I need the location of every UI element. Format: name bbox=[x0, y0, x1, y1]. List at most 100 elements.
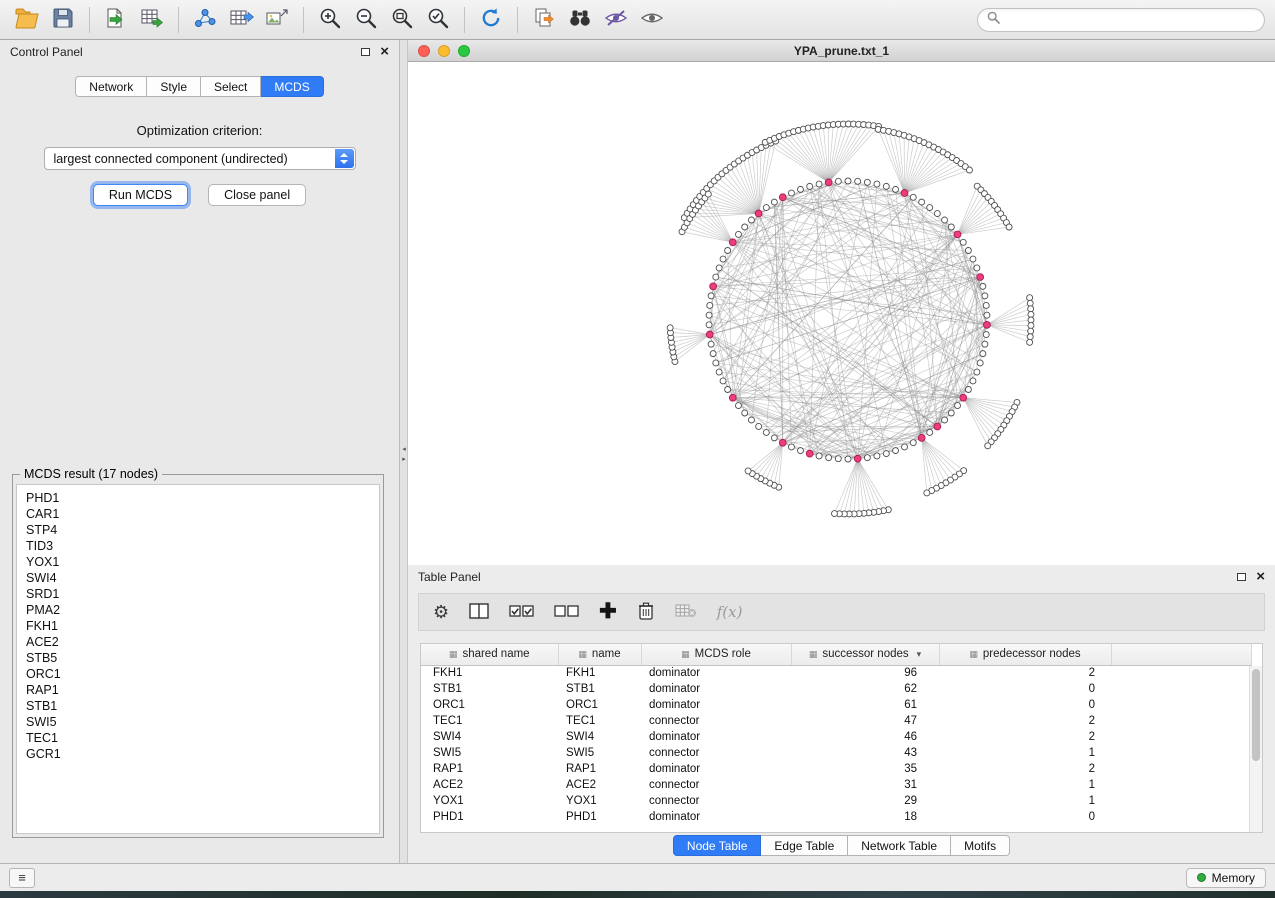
zoom-out-button[interactable] bbox=[349, 5, 383, 35]
close-panel-icon[interactable]: × bbox=[1256, 572, 1265, 582]
network-node[interactable] bbox=[985, 443, 991, 449]
network-node[interactable] bbox=[816, 181, 822, 187]
column-header-successor-nodes[interactable]: ▦successor nodes▾ bbox=[791, 644, 939, 665]
close-panel-icon[interactable]: × bbox=[380, 47, 389, 57]
network-node[interactable] bbox=[980, 351, 986, 357]
table-row[interactable]: SWI4SWI4dominator462 bbox=[421, 729, 1251, 745]
network-node[interactable] bbox=[855, 178, 861, 184]
network-node[interactable] bbox=[965, 248, 971, 254]
search-box[interactable] bbox=[977, 8, 1265, 32]
table-cell[interactable]: SWI4 bbox=[421, 729, 558, 745]
dominator-node[interactable] bbox=[779, 439, 786, 446]
network-node[interactable] bbox=[874, 453, 880, 459]
dominator-node[interactable] bbox=[854, 455, 861, 462]
zoom-fit-button[interactable] bbox=[385, 5, 419, 35]
column-header-predecessor-nodes[interactable]: ▦predecessor nodes bbox=[939, 644, 1111, 665]
network-node[interactable] bbox=[845, 178, 851, 184]
network-node[interactable] bbox=[1028, 306, 1034, 312]
dominator-node[interactable] bbox=[901, 190, 908, 197]
table-cell[interactable]: ACE2 bbox=[421, 777, 558, 793]
network-node[interactable] bbox=[948, 410, 954, 416]
network-node[interactable] bbox=[713, 274, 719, 280]
table-cell[interactable]: 2 bbox=[939, 713, 1111, 729]
table-cell[interactable]: 47 bbox=[791, 713, 939, 729]
import-network-button[interactable] bbox=[99, 5, 133, 35]
network-node[interactable] bbox=[826, 455, 832, 461]
network-node[interactable] bbox=[1027, 295, 1033, 301]
mcds-result-item[interactable]: SWI5 bbox=[26, 714, 370, 730]
network-node[interactable] bbox=[965, 387, 971, 393]
zoom-selected-button[interactable] bbox=[421, 5, 455, 35]
table-cell[interactable]: RAP1 bbox=[421, 761, 558, 777]
network-node[interactable] bbox=[725, 248, 731, 254]
network-node[interactable] bbox=[983, 332, 989, 338]
table-scrollbar[interactable] bbox=[1249, 666, 1262, 832]
network-node[interactable] bbox=[835, 456, 841, 462]
search-network-button[interactable] bbox=[563, 5, 597, 35]
export-table-button[interactable] bbox=[224, 5, 258, 35]
network-node[interactable] bbox=[980, 283, 986, 289]
network-node[interactable] bbox=[797, 448, 803, 454]
network-node[interactable] bbox=[934, 211, 940, 217]
network-node[interactable] bbox=[748, 417, 754, 423]
network-node[interactable] bbox=[927, 429, 933, 435]
mcds-result-item[interactable]: ACE2 bbox=[26, 634, 370, 650]
network-node[interactable] bbox=[977, 360, 983, 366]
network-node[interactable] bbox=[748, 217, 754, 223]
network-node[interactable] bbox=[763, 429, 769, 435]
table-cell[interactable]: 2 bbox=[939, 729, 1111, 745]
table-cell[interactable]: 0 bbox=[939, 697, 1111, 713]
mcds-result-item[interactable]: TEC1 bbox=[26, 730, 370, 746]
table-tab-node-table[interactable]: Node Table bbox=[673, 835, 762, 856]
table-cell[interactable]: 96 bbox=[791, 665, 939, 681]
copy-button[interactable] bbox=[527, 5, 561, 35]
table-cell[interactable]: 1 bbox=[939, 793, 1111, 809]
dominator-node[interactable] bbox=[934, 423, 941, 430]
tab-style[interactable]: Style bbox=[147, 76, 201, 97]
table-cell[interactable]: SWI5 bbox=[558, 745, 641, 761]
network-node[interactable] bbox=[924, 490, 930, 496]
network-node[interactable] bbox=[984, 312, 990, 318]
network-canvas[interactable] bbox=[408, 62, 1275, 565]
float-panel-icon[interactable] bbox=[1237, 573, 1246, 581]
search-input[interactable] bbox=[1006, 13, 1255, 27]
table-row[interactable]: TEC1TEC1connector472 bbox=[421, 713, 1251, 729]
network-node[interactable] bbox=[970, 256, 976, 262]
float-panel-icon[interactable] bbox=[361, 48, 370, 56]
export-network-button[interactable] bbox=[188, 5, 222, 35]
mcds-result-item[interactable]: TID3 bbox=[26, 538, 370, 554]
network-node[interactable] bbox=[864, 455, 870, 461]
network-node[interactable] bbox=[1028, 328, 1034, 334]
mcds-result-item[interactable]: PHD1 bbox=[26, 490, 370, 506]
network-node[interactable] bbox=[816, 453, 822, 459]
network-node[interactable] bbox=[883, 183, 889, 189]
criterion-select[interactable]: largest connected component (undirected) bbox=[44, 147, 356, 170]
network-node[interactable] bbox=[955, 403, 961, 409]
table-row[interactable]: FKH1FKH1dominator962 bbox=[421, 665, 1251, 681]
delete-table-button[interactable] bbox=[675, 603, 697, 622]
network-node[interactable] bbox=[716, 369, 722, 375]
run-mcds-button[interactable]: Run MCDS bbox=[93, 184, 188, 206]
table-cell[interactable]: connector bbox=[641, 793, 791, 809]
dominator-node[interactable] bbox=[706, 331, 713, 338]
network-node[interactable] bbox=[960, 239, 966, 245]
column-header-name[interactable]: ▦name bbox=[558, 644, 641, 665]
network-node[interactable] bbox=[667, 325, 673, 331]
network-node[interactable] bbox=[707, 302, 713, 308]
network-node[interactable] bbox=[942, 217, 948, 223]
export-image-button[interactable] bbox=[260, 5, 294, 35]
dominator-node[interactable] bbox=[918, 434, 925, 441]
table-cell[interactable]: 31 bbox=[791, 777, 939, 793]
dominator-node[interactable] bbox=[779, 194, 786, 201]
table-row[interactable]: ORC1ORC1dominator610 bbox=[421, 697, 1251, 713]
table-cell[interactable]: 18 bbox=[791, 809, 939, 825]
panel-splitter[interactable]: ◂▸ bbox=[400, 40, 408, 863]
table-cell[interactable]: TEC1 bbox=[421, 713, 558, 729]
hide-details-button[interactable] bbox=[599, 5, 633, 35]
network-node[interactable] bbox=[910, 440, 916, 446]
splitter-collapse-icons[interactable]: ◂▸ bbox=[400, 445, 408, 463]
mcds-result-item[interactable]: CAR1 bbox=[26, 506, 370, 522]
dominator-node[interactable] bbox=[806, 450, 813, 457]
table-cell[interactable]: TEC1 bbox=[558, 713, 641, 729]
memory-button[interactable]: Memory bbox=[1186, 868, 1266, 888]
